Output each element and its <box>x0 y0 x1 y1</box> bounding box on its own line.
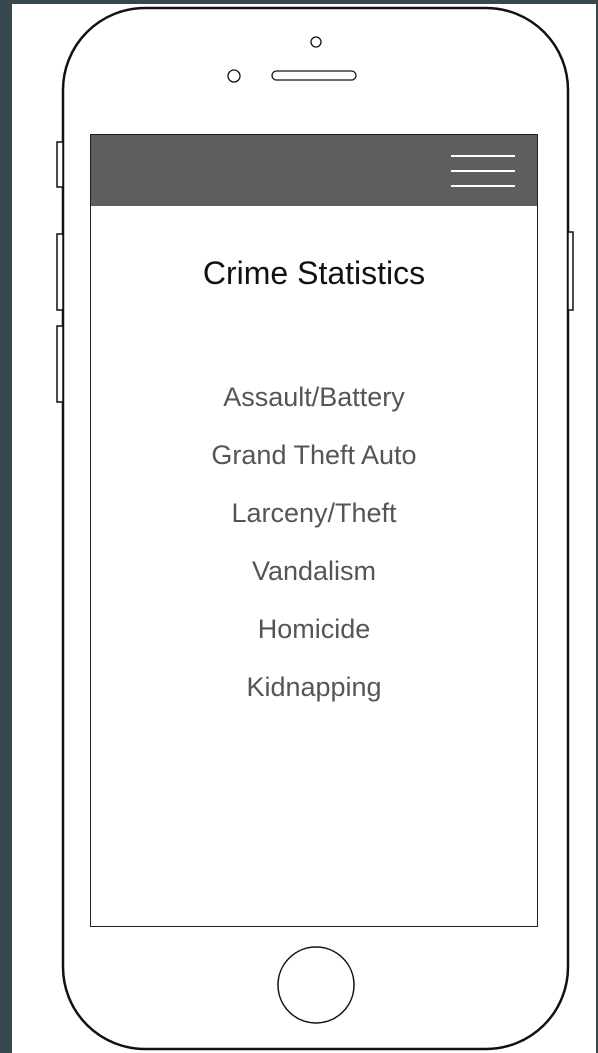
crime-item-assault-battery[interactable]: Assault/Battery <box>91 373 537 431</box>
proximity-sensor <box>227 69 241 83</box>
app-header <box>91 135 537 206</box>
front-camera <box>310 36 322 48</box>
crime-type-list: Assault/Battery Grand Theft Auto Larceny… <box>91 373 537 721</box>
crime-item-larceny-theft[interactable]: Larceny/Theft <box>91 489 537 547</box>
crime-item-homicide[interactable]: Homicide <box>91 605 537 663</box>
hamburger-menu-icon[interactable] <box>451 155 515 189</box>
menu-bar-top <box>451 155 515 157</box>
crime-item-grand-theft-auto[interactable]: Grand Theft Auto <box>91 431 537 489</box>
phone-screen: Crime Statistics Assault/Battery Grand T… <box>90 134 538 927</box>
power-button <box>567 231 574 311</box>
home-button <box>277 946 355 1024</box>
mute-switch <box>56 141 64 188</box>
menu-bar-middle <box>451 170 515 172</box>
crime-item-kidnapping[interactable]: Kidnapping <box>91 663 537 721</box>
menu-bar-bottom <box>451 185 515 187</box>
volume-up-button <box>56 233 64 311</box>
volume-down-button <box>56 325 64 403</box>
crime-item-vandalism[interactable]: Vandalism <box>91 547 537 605</box>
page-title: Crime Statistics <box>202 255 426 291</box>
earpiece-speaker <box>271 70 357 81</box>
